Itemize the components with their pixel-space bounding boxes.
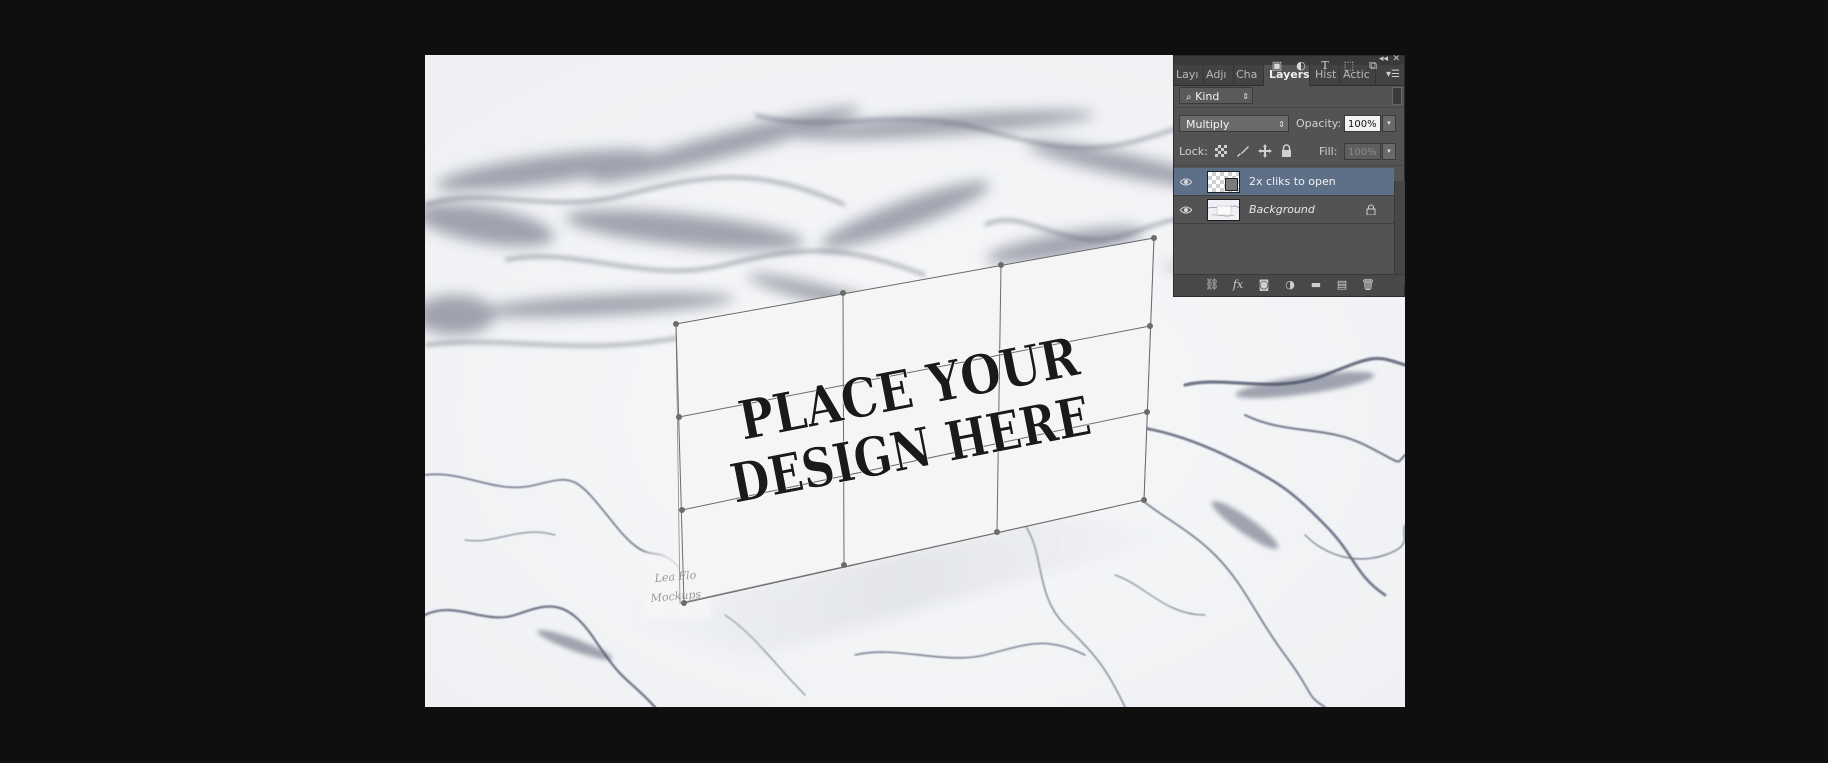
visibility-eye-icon[interactable] (1180, 205, 1192, 215)
search-icon: ⌕ (1186, 92, 1192, 103)
layer-thumbnail (1207, 171, 1240, 193)
fill-dropdown-arrow[interactable]: ▾ (1382, 143, 1396, 160)
tab-channels[interactable]: Cha (1234, 65, 1264, 85)
blend-mode-dropdown[interactable]: Multiply ⇕ (1179, 115, 1289, 132)
layer-thumbnail (1207, 199, 1240, 221)
close-icon[interactable]: ✕ (1392, 53, 1400, 65)
pixel-filter-icon[interactable]: ▣ (1270, 59, 1284, 73)
fill-label: Fill: (1319, 145, 1338, 158)
fill-input[interactable]: 100% (1344, 143, 1381, 160)
updown-arrow-icon: ⇕ (1278, 120, 1285, 129)
lock-transparent-pixels-icon[interactable] (1215, 145, 1227, 157)
link-icon[interactable]: ⛓ (1204, 278, 1220, 292)
opacity-label: Opacity: (1296, 117, 1342, 130)
type-filter-icon[interactable]: T (1318, 59, 1332, 73)
lock-all-icon[interactable] (1281, 144, 1292, 157)
panel-bottom-bar: ⛓ fx ◙ ◑ ▬ ▤ 🗑 (1174, 274, 1404, 296)
adjustment-filter-icon[interactable]: ◐ (1294, 59, 1308, 73)
filter-kind-label: Kind (1195, 90, 1220, 103)
lock-position-icon[interactable] (1258, 144, 1272, 158)
smart-object-badge-icon (1225, 178, 1238, 191)
tab-adjustments[interactable]: Adjı (1204, 65, 1234, 85)
fx-icon[interactable]: fx (1230, 278, 1246, 292)
layer-name[interactable]: Background (1249, 196, 1315, 224)
smart-object-filter-icon[interactable]: ⧉ (1366, 59, 1380, 73)
filter-kind-dropdown[interactable]: ⌕ Kind ⇕ (1179, 87, 1253, 104)
blend-mode-value: Multiply (1186, 118, 1230, 131)
layer-row-background[interactable]: Background (1174, 196, 1394, 224)
visibility-eye-icon[interactable] (1180, 177, 1192, 187)
filter-toggle-switch[interactable] (1392, 87, 1402, 105)
opacity-dropdown-arrow[interactable]: ▾ (1382, 115, 1396, 132)
layers-panel: ◂◂ ✕ Layı Adjı Cha Layers Hist Actic ▾☰ … (1173, 53, 1405, 297)
layer-row-smart-object[interactable]: 2x cliks to open (1174, 168, 1394, 196)
layer-name[interactable]: 2x cliks to open (1249, 168, 1336, 196)
layers-scrollbar[interactable] (1394, 181, 1405, 285)
shape-filter-icon[interactable]: ⬚ (1342, 59, 1356, 73)
trash-icon[interactable]: 🗑 (1360, 278, 1376, 292)
tab-layer-comps[interactable]: Layı (1174, 65, 1204, 85)
collapse-icon[interactable]: ◂◂ (1379, 53, 1388, 65)
lock-label: Lock: (1179, 145, 1208, 158)
marble-thumbnail-image (1208, 205, 1239, 217)
opacity-input[interactable]: 100% (1344, 115, 1381, 132)
panel-menu-icon[interactable]: ▾☰ (1386, 65, 1400, 85)
mask-icon[interactable]: ◙ (1256, 278, 1272, 292)
adjustment-icon[interactable]: ◑ (1282, 278, 1298, 292)
updown-arrow-icon: ⇕ (1242, 92, 1249, 101)
layer-lock-icon[interactable] (1366, 204, 1376, 215)
lock-image-pixels-icon[interactable] (1236, 145, 1250, 157)
new-layer-icon[interactable]: ▤ (1334, 278, 1350, 292)
folder-icon[interactable]: ▬ (1308, 278, 1324, 292)
